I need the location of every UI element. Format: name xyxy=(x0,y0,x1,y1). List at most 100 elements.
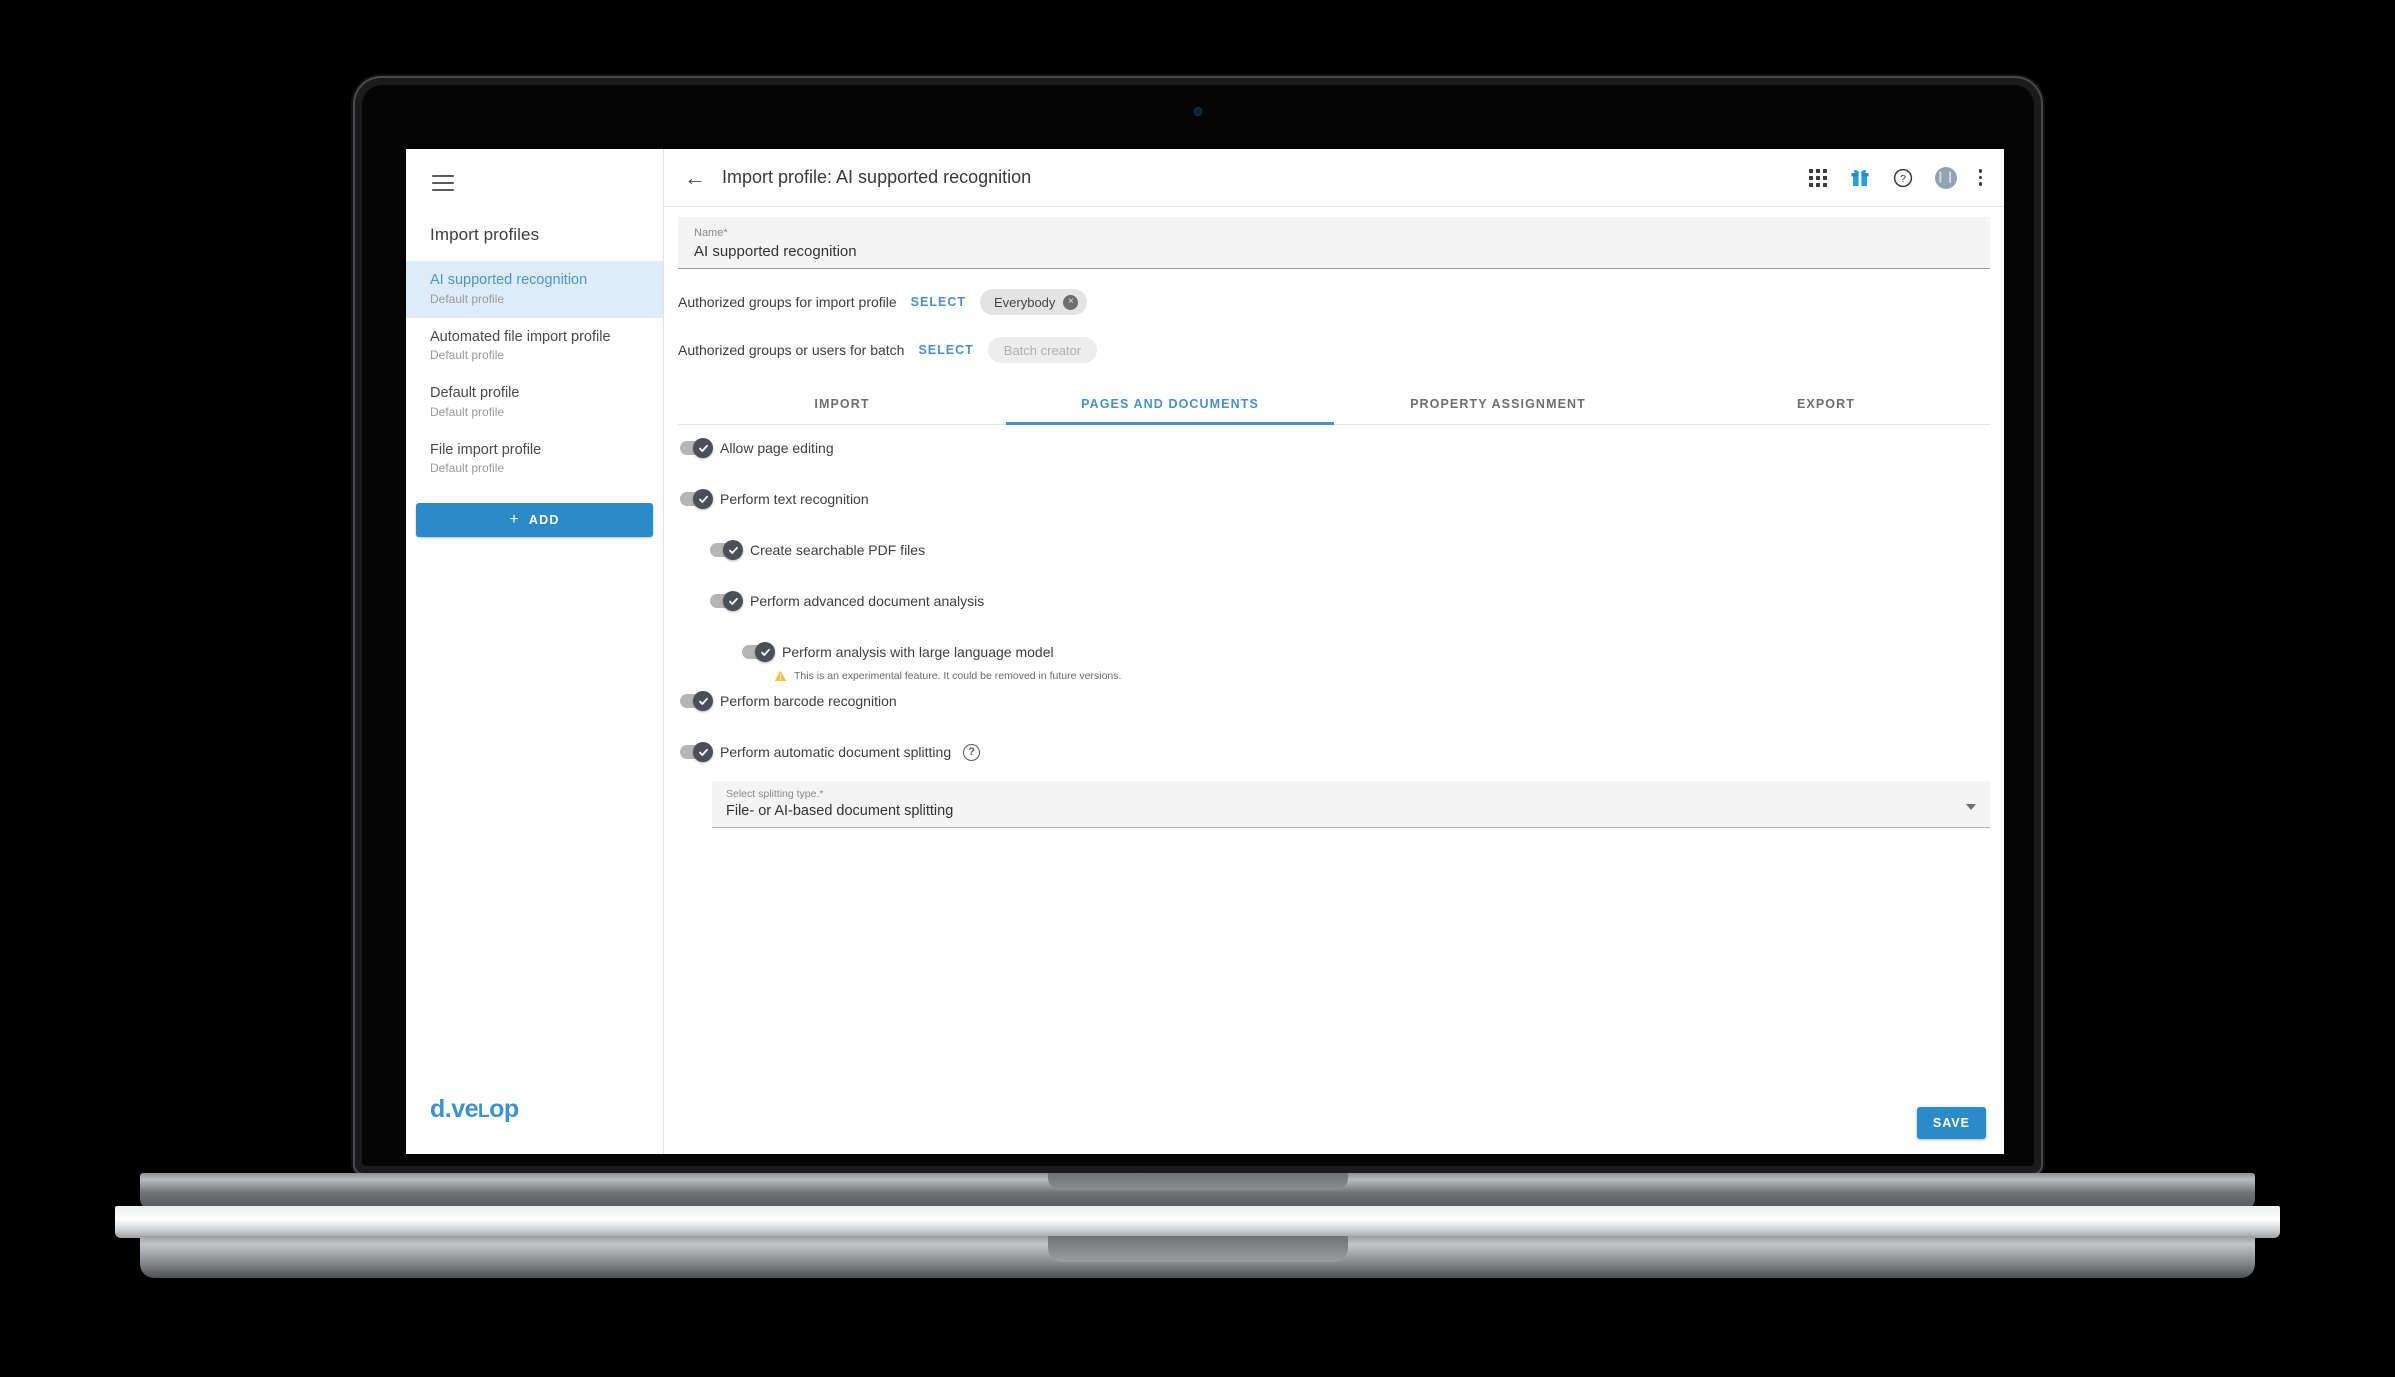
toggle-label: Perform advanced document analysis xyxy=(750,593,985,609)
laptop-base xyxy=(140,1173,2255,1209)
tab-export[interactable]: EXPORT xyxy=(1662,387,1990,424)
laptop-base-foot-notch xyxy=(1047,1236,1348,1262)
laptop-base-notch xyxy=(1047,1173,1348,1190)
main-area: ← Import profile: AI supported recogniti… xyxy=(664,149,2004,1154)
authorized-batch-row: Authorized groups or users for batch SEL… xyxy=(664,335,2004,365)
sidebar: Import profiles AI supported recognition… xyxy=(406,149,664,1154)
toggle-row-perform-text-recognition: Perform text recognition xyxy=(680,486,1990,512)
toggle-label: Allow page editing xyxy=(720,440,834,456)
tab-bar: IMPORT PAGES AND DOCUMENTS PROPERTY ASSI… xyxy=(678,387,1990,425)
screenshot-stage: Import profiles AI supported recognition… xyxy=(0,0,2395,1377)
sidebar-item-label: File import profile xyxy=(430,441,542,458)
tab-import[interactable]: IMPORT xyxy=(678,387,1006,424)
sidebar-item-label: Default profile xyxy=(430,385,520,402)
name-field-value: AI supported recognition xyxy=(694,243,857,261)
more-vertical-icon[interactable] xyxy=(1978,169,1982,186)
toggle-perform-text-recognition[interactable] xyxy=(680,489,713,509)
sidebar-item-ai-supported-recognition[interactable]: AI supported recognition Default profile xyxy=(406,261,663,318)
laptop-base-lip xyxy=(115,1206,2280,1238)
toggle-label: Perform barcode recognition xyxy=(720,693,897,709)
gift-glyph xyxy=(1851,169,1868,186)
toggle-knob xyxy=(693,691,713,711)
bottom-bar: SAVE xyxy=(664,1092,2004,1154)
sidebar-item-label: AI supported recognition xyxy=(430,272,588,288)
sidebar-item-file-import-profile[interactable]: File import profile Default profile xyxy=(406,431,663,488)
chip-remove-icon[interactable]: × xyxy=(1063,294,1079,310)
hamburger-icon[interactable] xyxy=(432,175,454,191)
more-glyph xyxy=(1978,169,1982,186)
tab-property-assignment[interactable]: PROPERTY ASSIGNMENT xyxy=(1334,387,1662,424)
application-window: Import profiles AI supported recognition… xyxy=(406,149,2004,1154)
toggle-perform-automatic-document-splitting[interactable] xyxy=(680,742,713,762)
toggle-knob xyxy=(693,742,713,762)
laptop-bezel: Import profiles AI supported recognition… xyxy=(362,85,2034,1166)
toggle-row-create-searchable-pdf-files: Create searchable PDF files xyxy=(710,537,1990,563)
dvelop-logo: d.veLop xyxy=(406,1095,663,1154)
brand-part1: d.ve xyxy=(430,1095,479,1123)
gift-icon[interactable] xyxy=(1849,168,1871,188)
toggle-perform-advanced-document-analysis[interactable] xyxy=(710,591,743,611)
authorized-groups-label: Authorized groups for import profile xyxy=(678,294,897,310)
back-arrow-icon[interactable]: ← xyxy=(684,166,710,189)
toggle-label: Perform analysis with large language mod… xyxy=(782,644,1054,660)
chip-batch-creator[interactable]: Batch creator xyxy=(987,337,1098,363)
authorized-batch-label: Authorized groups or users for batch xyxy=(678,342,905,358)
toggle-knob xyxy=(693,438,713,458)
toggle-knob xyxy=(723,540,743,560)
dropdown-label: Select splitting type.* xyxy=(726,788,824,800)
add-button-label: ADD xyxy=(528,513,560,528)
svg-text:?: ? xyxy=(1900,173,1906,185)
splitting-help-icon[interactable]: ? xyxy=(963,743,981,761)
toggle-perform-analysis-with-large-language-model[interactable] xyxy=(742,642,775,662)
toggle-knob xyxy=(755,642,775,662)
settings-toggles: Allow page editing Perform text recognit… xyxy=(664,425,2004,765)
brand-part3: op xyxy=(489,1095,519,1123)
name-field-label: Name* xyxy=(694,227,728,239)
name-field[interactable]: Name* AI supported recognition xyxy=(678,217,1990,269)
sidebar-item-sublabel: Default profile xyxy=(430,291,505,306)
sidebar-item-automated-file-import-profile[interactable]: Automated file import profile Default pr… xyxy=(406,318,663,375)
toggle-label: Perform text recognition xyxy=(720,491,869,507)
toggle-label: Create searchable PDF files xyxy=(750,542,926,558)
warning-text: This is an experimental feature. It coul… xyxy=(794,670,1122,682)
dropdown-text-wrap: Select splitting type.* File- or AI-base… xyxy=(726,788,953,819)
help-glyph: ? xyxy=(1893,168,1912,187)
user-avatar-icon[interactable]: ❙❙ xyxy=(1934,166,1957,189)
add-profile-button[interactable]: + ADD xyxy=(416,503,653,538)
save-button[interactable]: SAVE xyxy=(1916,1107,1986,1139)
toggle-allow-page-editing[interactable] xyxy=(680,438,713,458)
select-groups-button[interactable]: SELECT xyxy=(911,295,966,309)
apps-grid-icon[interactable] xyxy=(1808,168,1827,187)
page-title: Import profile: AI supported recognition xyxy=(722,167,1032,187)
sidebar-item-sublabel: Default profile xyxy=(430,348,505,363)
toggle-row-perform-advanced-document-analysis: Perform advanced document analysis xyxy=(710,588,1990,614)
sidebar-item-label: Automated file import profile xyxy=(430,328,611,345)
toggle-create-searchable-pdf-files[interactable] xyxy=(710,540,743,560)
splitting-type-dropdown[interactable]: Select splitting type.* File- or AI-base… xyxy=(712,781,1990,828)
help-circle-icon[interactable]: ? xyxy=(1893,168,1913,188)
toggle-label: Perform automatic document splitting xyxy=(720,744,952,760)
tab-pages-and-documents[interactable]: PAGES AND DOCUMENTS xyxy=(1006,387,1334,425)
toggle-row-perform-analysis-with-large-language-model: Perform analysis with large language mod… xyxy=(742,639,1990,665)
laptop-screen: Import profiles AI supported recognition… xyxy=(406,149,2004,1154)
content-area: Name* AI supported recognition Authorize… xyxy=(664,207,2004,1154)
laptop-lid: Import profiles AI supported recognition… xyxy=(355,78,2041,1173)
toggle-row-perform-barcode-recognition: Perform barcode recognition xyxy=(680,688,1990,714)
select-batch-button[interactable]: SELECT xyxy=(918,343,973,357)
chip-label: Batch creator xyxy=(1003,342,1082,358)
chip-label: Everybody xyxy=(993,294,1056,310)
sidebar-item-sublabel: Default profile xyxy=(430,404,505,419)
toggle-perform-barcode-recognition[interactable] xyxy=(680,691,713,711)
chip-everybody[interactable]: Everybody × xyxy=(979,289,1088,315)
sidebar-item-default-profile[interactable]: Default profile Default profile xyxy=(406,374,663,431)
webcam-icon xyxy=(1193,107,1203,116)
experimental-warning: This is an experimental feature. It coul… xyxy=(774,667,1990,685)
toggle-knob xyxy=(723,591,743,611)
topbar: ← Import profile: AI supported recogniti… xyxy=(664,149,2004,207)
topbar-icons: ? ❙❙ xyxy=(1808,166,1982,189)
chevron-down-icon[interactable] xyxy=(1966,804,1976,810)
hamburger-wrap xyxy=(406,149,663,191)
toggle-row-perform-automatic-document-splitting: Perform automatic document splitting ? xyxy=(680,739,1990,765)
authorized-groups-row: Authorized groups for import profile SEL… xyxy=(664,287,2004,317)
brand-part2: L xyxy=(478,1101,490,1122)
